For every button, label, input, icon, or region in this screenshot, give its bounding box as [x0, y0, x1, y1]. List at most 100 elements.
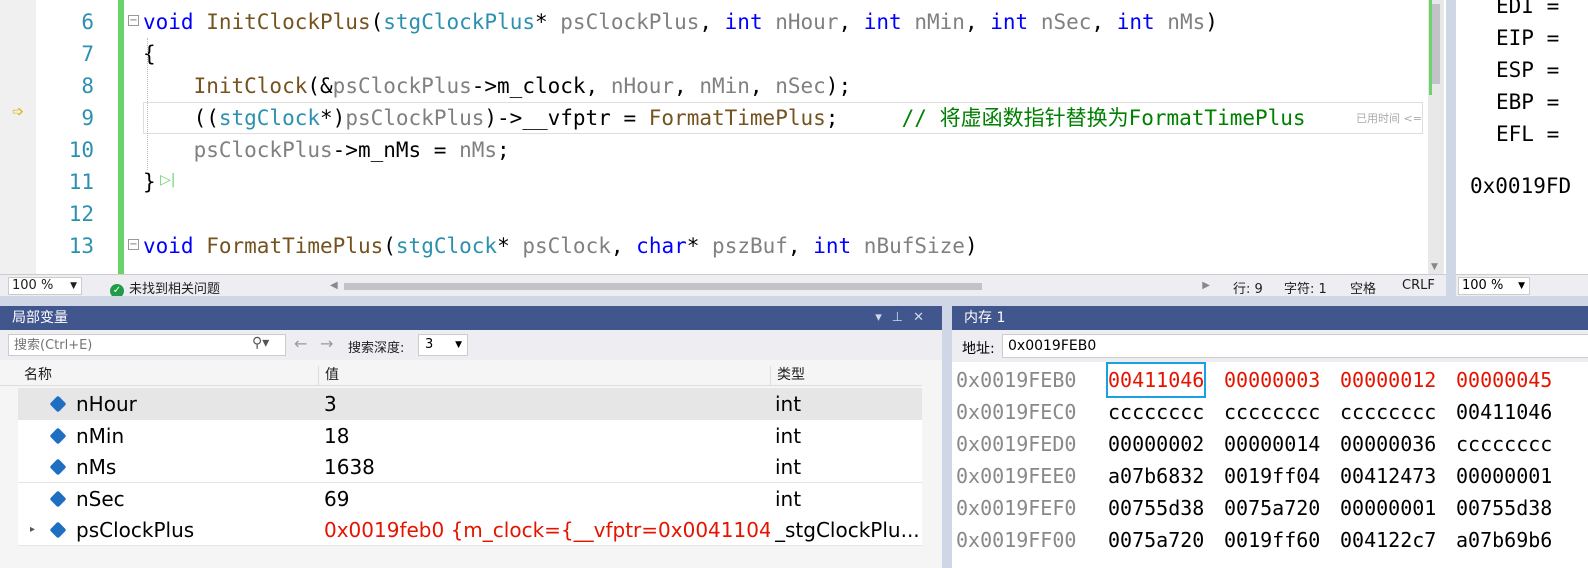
column-header-name[interactable]: 名称	[18, 366, 318, 386]
memory-value[interactable]: 00000003	[1224, 364, 1320, 396]
fold-collapse-icon[interactable]: −	[128, 15, 139, 26]
pane-splitter[interactable]	[1446, 0, 1456, 296]
memory-value[interactable]: 0075a720	[1108, 524, 1204, 556]
code-token: ,	[787, 234, 814, 258]
scroll-left-icon[interactable]: ◀	[330, 280, 338, 291]
code-line[interactable]: void InitClockPlus(stgClockPlus* psClock…	[143, 6, 1218, 38]
locals-row[interactable]: nSec 69 int	[18, 482, 922, 515]
memory-value[interactable]: 00755d38	[1456, 492, 1552, 524]
variable-value[interactable]: 0x0019feb0 {m_clock={__vfptr=0x00411046.…	[324, 514, 770, 546]
code-token: nMin	[914, 10, 965, 34]
zoom-select[interactable]: 100 % ▼	[1458, 277, 1530, 295]
column-header-value[interactable]: 值	[318, 366, 770, 386]
locals-title-bar[interactable]: 局部变量 ▾⊥✕	[0, 306, 942, 330]
memory-value[interactable]: a07b6832	[1108, 460, 1204, 492]
issues-indicator[interactable]: ✓ 未找到相关问题	[110, 278, 220, 298]
memory-value[interactable]: 00000001	[1340, 492, 1436, 524]
memory-value[interactable]: cccccccc	[1108, 396, 1204, 428]
glyph-margin[interactable]	[0, 0, 36, 274]
variable-name: nSec	[76, 486, 125, 511]
variable-icon	[49, 458, 67, 476]
zoom-select[interactable]: 100 % ▼	[8, 277, 82, 295]
code-token: psClockPlus	[193, 138, 333, 162]
variable-value[interactable]: 3	[324, 388, 770, 420]
code-line[interactable]: InitClock(&psClockPlus->m_clock, nHour, …	[143, 70, 852, 102]
scrollbar-thumb[interactable]	[1432, 4, 1440, 84]
memory-value[interactable]: 00000014	[1224, 428, 1320, 460]
line-ending-indicator[interactable]: CRLF	[1402, 278, 1435, 293]
memory-value[interactable]: cccccccc	[1224, 396, 1320, 428]
memory-value[interactable]: 00411046	[1456, 396, 1552, 428]
search-depth-select[interactable]: 3 ▼	[418, 334, 468, 356]
variable-name: nMs	[76, 455, 117, 479]
back-arrow-icon[interactable]: ←	[294, 334, 307, 353]
line-number: 6	[81, 10, 94, 34]
locals-row[interactable]: ▸ psClockPlus 0x0019feb0 {m_clock={__vfptr…	[18, 514, 922, 546]
memory-value[interactable]: a07b69b6	[1456, 524, 1552, 556]
memory-value[interactable]: 0075a720	[1224, 492, 1320, 524]
memory-value[interactable]: 00412473	[1340, 460, 1436, 492]
search-input[interactable]	[8, 334, 286, 356]
code-line[interactable]: ((stgClock*)psClockPlus)->__vfptr = Form…	[143, 102, 1306, 134]
code-token: (	[370, 10, 384, 34]
editor-vertical-scrollbar[interactable]: ▼	[1428, 0, 1444, 274]
pane-splitter[interactable]	[942, 306, 952, 568]
memory-row: 0x0019FF00 0075a720 0019ff60 004122c7 a07b69…	[952, 524, 1588, 556]
memory-value[interactable]: 00000036	[1340, 428, 1436, 460]
fold-collapse-icon[interactable]: −	[128, 239, 139, 250]
memory-value[interactable]: 00000001	[1456, 460, 1552, 492]
scroll-right-icon[interactable]: ▶	[1202, 280, 1210, 291]
code-line[interactable]: psClockPlus->m_nMs = nMs;	[143, 134, 510, 166]
address-input[interactable]	[1002, 334, 1588, 358]
code-line[interactable]: void FormatTimePlus(stgClock* psClock, c…	[143, 230, 978, 262]
code-token: *	[497, 234, 523, 258]
code-line[interactable]: }	[143, 166, 156, 198]
close-icon[interactable]: ✕	[913, 310, 934, 325]
locals-toolbar: ⚲▾ ← → 搜索深度: 3▼	[0, 330, 942, 360]
whitespace-indicator[interactable]: 空格	[1350, 278, 1376, 297]
variable-icon	[49, 490, 67, 507]
code-line[interactable]: {	[143, 38, 156, 70]
memory-title-bar[interactable]: 内存 1	[952, 306, 1588, 330]
expand-arrow-icon[interactable]: ▸	[30, 514, 35, 546]
memory-value[interactable]: 00000002	[1108, 428, 1204, 460]
code-token: nMs	[1167, 10, 1206, 34]
memory-value[interactable]: cccccccc	[1340, 396, 1436, 428]
code-token: stgClock	[395, 234, 498, 258]
forward-arrow-icon[interactable]: →	[320, 334, 333, 353]
line-indicator[interactable]: 行: 9	[1233, 278, 1263, 297]
scroll-down-icon[interactable]: ▼	[1431, 262, 1438, 272]
column-header-type[interactable]: 类型	[770, 366, 922, 386]
locals-row[interactable]: nMs 1638 int	[18, 451, 922, 483]
locals-row[interactable]: nHour 3 int	[18, 388, 922, 420]
line-number-gutter: 6 7 8 9 10 11 12 13	[36, 0, 98, 274]
memory-value[interactable]: cccccccc	[1456, 428, 1552, 460]
locals-window: 局部变量 ▾⊥✕ ⚲▾ ← → 搜索深度: 3▼ 名称 值 类型 nHour3i…	[0, 306, 942, 568]
code-editor[interactable]: ➩ 6 7 8 9 10 11 12 13 void InitClockPlus(stgClo…	[0, 0, 1446, 274]
memory-value[interactable]: 00411046	[1105, 362, 1207, 398]
pin-icon[interactable]: ⊥	[892, 310, 913, 325]
pane-splitter[interactable]	[0, 296, 1588, 306]
variable-value[interactable]: 1638	[324, 451, 770, 483]
column-indicator[interactable]: 字符: 1	[1284, 278, 1327, 297]
memory-value[interactable]: 0019ff04	[1224, 460, 1320, 492]
locals-row[interactable]: nMin 18 int	[18, 419, 922, 452]
line-number: 13	[68, 234, 94, 258]
code-token: char	[636, 234, 687, 258]
code-token: ((	[143, 106, 219, 130]
memory-value[interactable]: 00755d38	[1108, 492, 1204, 524]
scrollbar-thumb[interactable]	[344, 283, 982, 290]
variable-value[interactable]: 18	[324, 420, 770, 452]
memory-value[interactable]: 004122c7	[1340, 524, 1436, 556]
variable-value[interactable]: 69	[324, 483, 770, 515]
memory-value[interactable]: 00000012	[1340, 364, 1436, 396]
elapsed-time-hint[interactable]: 已用时间 <=	[1356, 110, 1422, 126]
memory-value[interactable]: 00000045	[1456, 364, 1552, 396]
indent-guide	[147, 38, 148, 170]
memory-value[interactable]: 0019ff60	[1224, 524, 1320, 556]
editor-horizontal-scrollbar[interactable]: ◀ ▶	[330, 280, 1210, 292]
code-token: nSec	[1040, 10, 1092, 34]
search-icon[interactable]: ⚲▾	[252, 335, 269, 351]
chevron-down-icon[interactable]: ▾	[875, 310, 892, 325]
